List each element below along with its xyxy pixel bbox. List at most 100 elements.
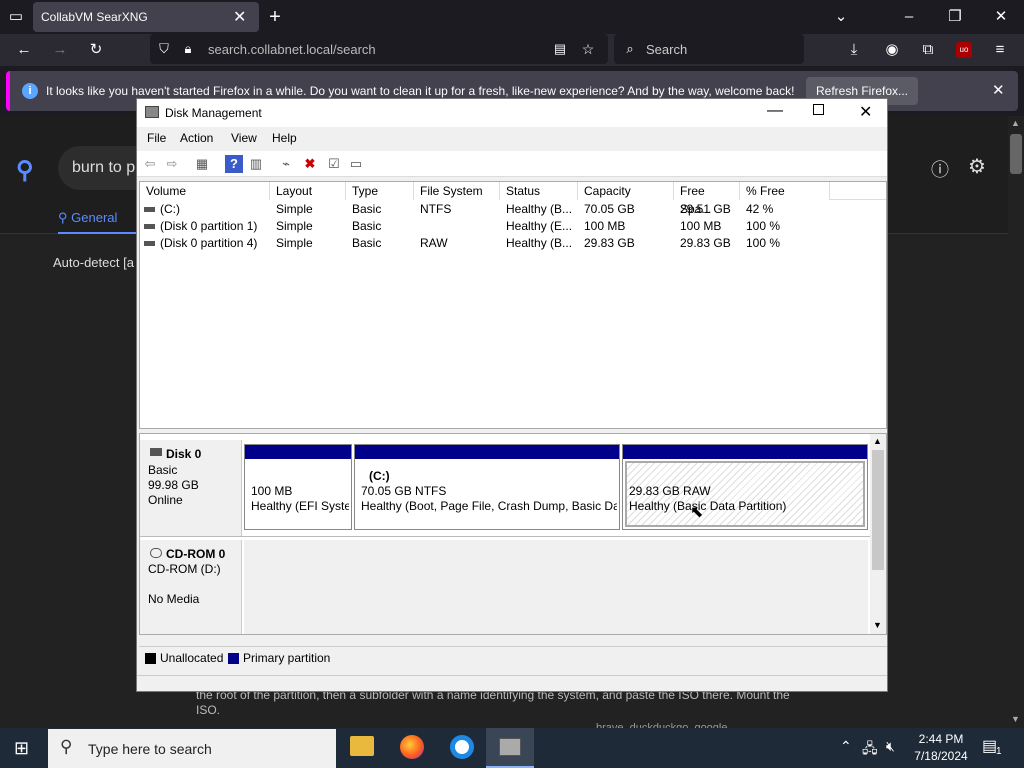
tab-general[interactable]: ⚲ General <box>58 210 117 226</box>
taskbar-search-icon: ⚲ <box>60 737 73 756</box>
account-icon[interactable]: ◉ <box>878 35 906 65</box>
window-maximize-icon[interactable] <box>813 104 824 115</box>
query-input[interactable]: burn to p <box>58 146 148 190</box>
col-capacity[interactable]: Capacity <box>578 182 674 200</box>
table-cell: 70.05 GB <box>584 202 635 216</box>
col-type[interactable]: Type <box>346 182 414 200</box>
partition-efi[interactable]: 100 MB Healthy (EFI Syste <box>244 444 352 530</box>
table-row[interactable]: (C:) Simple Basic NTFS Healthy (B... 70.05 GB… <box>140 201 886 218</box>
reader-view-icon[interactable]: ▤ <box>550 34 570 64</box>
shield-icon[interactable]: ⛉ <box>154 34 174 64</box>
partition-c-label: (C:) <box>369 469 390 483</box>
graph-scroll-up-icon[interactable]: ▲ <box>873 436 882 446</box>
help-icon[interactable]: ? <box>225 155 243 173</box>
list-icon[interactable]: ▭ <box>347 155 365 173</box>
menu-help[interactable]: Help <box>272 131 297 145</box>
chevron-down-icon[interactable]: ⌄ <box>828 2 854 32</box>
table-cell: 100 % <box>746 236 781 250</box>
network-icon[interactable]: 🖧︎ <box>862 738 878 762</box>
lock-icon[interactable]: 🔒︎ <box>178 34 198 64</box>
volume-list: Volume Layout Type File System Status Ca… <box>139 181 887 429</box>
language-select[interactable]: Auto-detect [a <box>53 255 134 270</box>
forward-icon[interactable]: → <box>46 35 74 65</box>
menu-file[interactable]: File <box>147 131 166 145</box>
extensions-icon[interactable]: ⧉ <box>914 35 942 65</box>
browser-search-box[interactable]: ⌕ Search <box>614 34 804 64</box>
browser-tab-bar: ▭ CollabVM SearXNG ✕ + ⌄ – ❐ ✕ <box>0 0 1024 34</box>
close-tab-icon[interactable]: ✕ <box>233 7 246 27</box>
result-snippet: the root of the partition, then a subfol… <box>196 688 790 717</box>
cdrom-media: No Media <box>148 592 200 606</box>
table-cell: 29.51 GB <box>680 202 731 216</box>
volume-muted-icon[interactable]: 🔇︎ <box>886 738 895 755</box>
reload-icon[interactable]: ↻ <box>82 35 110 65</box>
info-circle-icon[interactable]: ⓘ <box>931 156 949 182</box>
col-free-space[interactable]: Free Spa... <box>674 182 740 216</box>
back-arrow-icon[interactable]: ⇦ <box>141 155 159 173</box>
window-minimize-icon[interactable]: — <box>767 102 783 120</box>
notifications-icon[interactable]: ▤ <box>982 736 997 756</box>
bookmark-star-icon[interactable]: ☆ <box>578 34 598 64</box>
close-window-icon[interactable]: ✕ <box>988 2 1014 32</box>
clock-date[interactable]: 7/18/2024 <box>911 749 971 763</box>
close-notice-icon[interactable]: ✕ <box>992 81 1005 99</box>
browser-tab[interactable]: CollabVM SearXNG ✕ <box>33 2 259 32</box>
show-hide-tree-icon[interactable]: ▦ <box>193 155 211 173</box>
windows-start-icon[interactable]: ⊞ <box>14 738 29 759</box>
menu-icon[interactable]: ≡ <box>986 35 1014 65</box>
downloads-icon[interactable]: ⤓ <box>840 35 868 65</box>
back-icon[interactable]: ← <box>10 35 38 65</box>
partition-c-status: Healthy (Boot, Page File, Crash Dump, Ba… <box>361 499 617 513</box>
tray-chevron-up-icon[interactable]: ⌃ <box>840 738 852 755</box>
delete-icon[interactable]: ✖ <box>301 155 319 173</box>
graph-scrollbar[interactable]: ▲ ▼ <box>870 434 886 634</box>
disk0-info[interactable]: Disk 0 Basic 99.98 GB Online <box>140 440 242 536</box>
window-titlebar[interactable]: Disk Management — ✕ <box>137 99 887 127</box>
menu-view[interactable]: View <box>231 131 257 145</box>
url-bar[interactable]: ⛉ 🔒︎ search.collabnet.local/search ▤ ☆ <box>150 34 608 64</box>
restore-icon[interactable]: ❐ <box>942 2 968 32</box>
window-title: Disk Management <box>165 106 262 120</box>
table-cell: Simple <box>276 219 313 233</box>
searxng-logo-icon[interactable]: ⚲ <box>16 156 34 185</box>
col-status[interactable]: Status <box>500 182 578 200</box>
table-cell: Simple <box>276 236 313 250</box>
graph-scroll-down-icon[interactable]: ▼ <box>873 620 882 630</box>
window-close-icon[interactable]: ✕ <box>859 102 872 122</box>
properties-icon[interactable]: ▥ <box>247 155 265 173</box>
new-tab-icon[interactable]: + <box>262 2 288 32</box>
scroll-down-icon[interactable]: ▼ <box>1011 714 1020 724</box>
clock-time[interactable]: 2:44 PM <box>913 732 969 746</box>
forward-arrow-icon[interactable]: ⇨ <box>163 155 181 173</box>
file-explorer-icon[interactable] <box>350 736 374 756</box>
page-scrollbar[interactable]: ▲ ▼ <box>1008 116 1024 728</box>
ublock-icon[interactable]: uo <box>956 42 972 58</box>
table-row[interactable]: (Disk 0 partition 4) Simple Basic RAW Health… <box>140 235 886 252</box>
partition-raw[interactable]: 29.83 GB RAW Healthy (Basic Data Partiti… <box>622 444 868 530</box>
disk-mgmt-taskbar-button[interactable] <box>486 728 534 768</box>
mouse-cursor-icon: ⬉ <box>690 504 704 521</box>
minimize-icon[interactable]: – <box>896 2 922 32</box>
partition-c[interactable]: (C:) 70.05 GB NTFS Healthy (Boot, Page F… <box>354 444 620 530</box>
check-icon[interactable]: ☑ <box>325 155 343 173</box>
window-toolbar: ⇦ ⇨ ▦ ? ▥ ⌁ ✖ ☑ ▭ <box>137 151 887 177</box>
menu-action[interactable]: Action <box>180 131 213 145</box>
disk0-state: Online <box>148 493 183 507</box>
firefox-icon[interactable] <box>400 735 424 759</box>
col-layout[interactable]: Layout <box>270 182 346 200</box>
tab-list-icon[interactable]: ▭ <box>2 2 30 32</box>
col-volume[interactable]: Volume <box>140 182 270 200</box>
settings-gear-icon[interactable]: ⚙ <box>968 154 986 179</box>
page-scroll-thumb[interactable] <box>1010 134 1022 174</box>
chrome-icon[interactable] <box>450 735 474 759</box>
taskbar-search-box[interactable]: ⚲ Type here to search <box>48 729 336 768</box>
graph-scroll-thumb[interactable] <box>872 450 884 570</box>
col-filesystem[interactable]: File System <box>414 182 500 200</box>
search-icon: ⌕ <box>626 41 634 56</box>
cdrom-info[interactable]: CD-ROM 0 CD-ROM (D:) No Media <box>140 540 242 634</box>
connect-icon[interactable]: ⌁ <box>277 155 295 173</box>
col-percent-free[interactable]: % Free <box>740 182 830 200</box>
table-row[interactable]: (Disk 0 partition 1) Simple Basic Healthy (… <box>140 218 886 235</box>
scroll-up-icon[interactable]: ▲ <box>1011 118 1020 128</box>
cdrom-area <box>244 540 868 634</box>
